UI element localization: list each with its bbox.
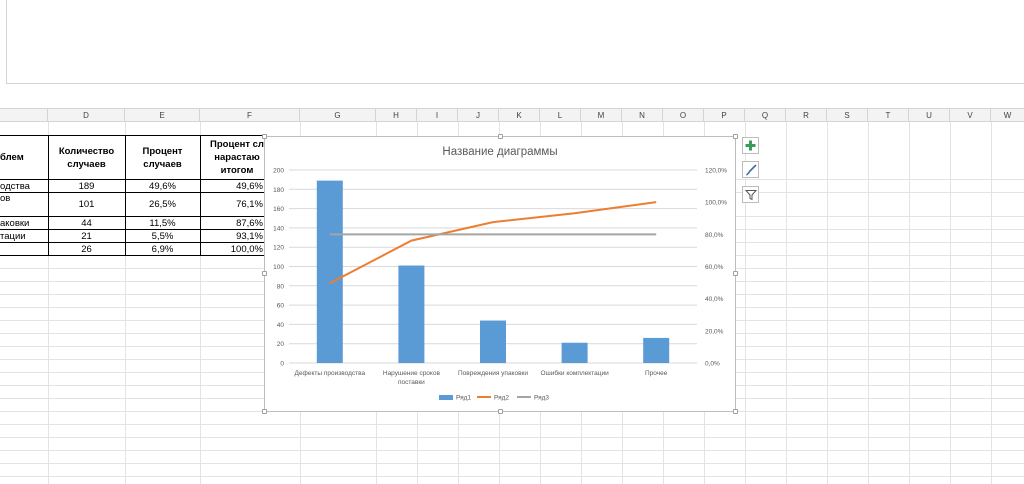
column-header-n[interactable]: N: [622, 109, 663, 122]
legend-label: Ряд1: [456, 395, 471, 402]
table-border: [0, 229, 266, 230]
y2-tick-label: 100,0%: [705, 200, 727, 207]
x-tick-label: Нарушение сроков: [383, 370, 441, 377]
chart-svg: 0 20 40 60 80 100 120 140 160 180 200 0,0% 20,0% 40,0…: [273, 168, 727, 402]
table-cell-d[interactable]: 101: [48, 193, 125, 217]
y-tick-label: 200: [273, 168, 284, 175]
brush-icon: [745, 163, 757, 175]
column-header-c[interactable]: [0, 109, 48, 122]
column-header-m[interactable]: M: [581, 109, 622, 122]
bar: [398, 265, 425, 363]
y-tick-label: 40: [277, 322, 285, 329]
bar: [316, 180, 343, 363]
column-header-h[interactable]: H: [376, 109, 417, 122]
column-header-row: D E F G H I J K L M N O P Q R S T U V W: [0, 108, 1024, 122]
y-tick-label: 100: [273, 264, 284, 271]
bar: [643, 337, 670, 363]
legend-label: Ряд2: [494, 395, 509, 402]
table-border: [200, 135, 201, 256]
y2-tick-label: 0,0%: [705, 361, 720, 368]
y-tick-label: 160: [273, 206, 284, 213]
x-tick-label: Дефекты производства: [295, 370, 366, 377]
column-header-o[interactable]: O: [663, 109, 704, 122]
y2-tick-label: 40,0%: [705, 296, 724, 303]
bar: [561, 342, 588, 363]
formula-input-box[interactable]: [6, 0, 1024, 84]
column-header-l[interactable]: L: [540, 109, 581, 122]
y2-tick-label: 20,0%: [705, 328, 724, 335]
table-cell-c[interactable]: ов: [0, 193, 46, 205]
plus-icon: [745, 140, 756, 151]
resize-handle[interactable]: [262, 134, 267, 139]
resize-handle[interactable]: [733, 409, 738, 414]
table-border: [0, 179, 266, 180]
x-tick-label: поставки: [398, 379, 425, 386]
table-cell-e[interactable]: 26,5%: [125, 193, 200, 217]
column-header-r[interactable]: R: [786, 109, 827, 122]
y-tick-label: 120: [273, 245, 284, 252]
table-border: [0, 216, 266, 217]
table-header-percent: Процент случаев: [142, 145, 183, 170]
table-border: [0, 192, 266, 193]
y-tick-label: 80: [277, 283, 285, 290]
table-header-count: Количество случаев: [58, 145, 115, 170]
y2-tick-label: 80,0%: [705, 232, 724, 239]
x-tick-label: Ошибки комплектации: [540, 369, 609, 377]
column-header-d[interactable]: D: [48, 109, 125, 122]
series-line: [329, 201, 657, 285]
chart-filters-button[interactable]: [742, 186, 759, 203]
y-tick-label: 20: [277, 341, 285, 348]
y-tick-label: 60: [277, 303, 285, 310]
y2-tick-label: 60,0%: [705, 264, 724, 271]
table-border: [0, 242, 266, 243]
formula-area: [0, 0, 1024, 108]
column-header-t[interactable]: T: [868, 109, 909, 122]
legend-label: Ряд3: [534, 395, 549, 402]
table-header-problem: блем: [0, 152, 24, 163]
filter-icon: [744, 189, 757, 200]
resize-handle[interactable]: [733, 271, 738, 276]
resize-handle[interactable]: [733, 134, 738, 139]
y-tick-label: 140: [273, 225, 284, 232]
bar: [480, 320, 506, 363]
table-border: [125, 135, 126, 256]
legend-swatch: [439, 395, 453, 400]
column-header-g[interactable]: G: [300, 109, 376, 122]
column-header-q[interactable]: Q: [745, 109, 786, 122]
resize-handle[interactable]: [498, 134, 503, 139]
resize-handle[interactable]: [498, 409, 503, 414]
column-header-u[interactable]: U: [909, 109, 950, 122]
resize-handle[interactable]: [262, 271, 267, 276]
column-header-p[interactable]: P: [704, 109, 745, 122]
column-header-f[interactable]: F: [200, 109, 300, 122]
table-border: [48, 135, 49, 256]
chart-area[interactable]: Название диаграммы 0 20 40 60 80 100 120 140 160…: [264, 136, 736, 412]
y2-tick-label: 120,0%: [705, 168, 727, 175]
chart-styles-button[interactable]: [742, 161, 759, 178]
table-border: [0, 135, 266, 136]
column-header-v[interactable]: V: [950, 109, 991, 122]
y-tick-label: 180: [273, 187, 284, 194]
column-header-e[interactable]: E: [125, 109, 200, 122]
table-border: [0, 255, 266, 256]
column-header-k[interactable]: K: [499, 109, 540, 122]
column-header-j[interactable]: J: [458, 109, 499, 122]
x-tick-label: Прочее: [645, 370, 668, 377]
chart-elements-button[interactable]: [742, 137, 759, 154]
column-header-i[interactable]: I: [417, 109, 458, 122]
y-tick-label: 0: [280, 361, 284, 368]
resize-handle[interactable]: [262, 409, 267, 414]
column-header-w[interactable]: W: [991, 109, 1024, 122]
x-tick-label: Повреждения упаковки: [458, 370, 528, 377]
table-header-cumulative: Процент сл нарастаю итогом: [210, 139, 264, 176]
table-cell-f[interactable]: 76,1%: [200, 193, 263, 217]
column-header-s[interactable]: S: [827, 109, 868, 122]
